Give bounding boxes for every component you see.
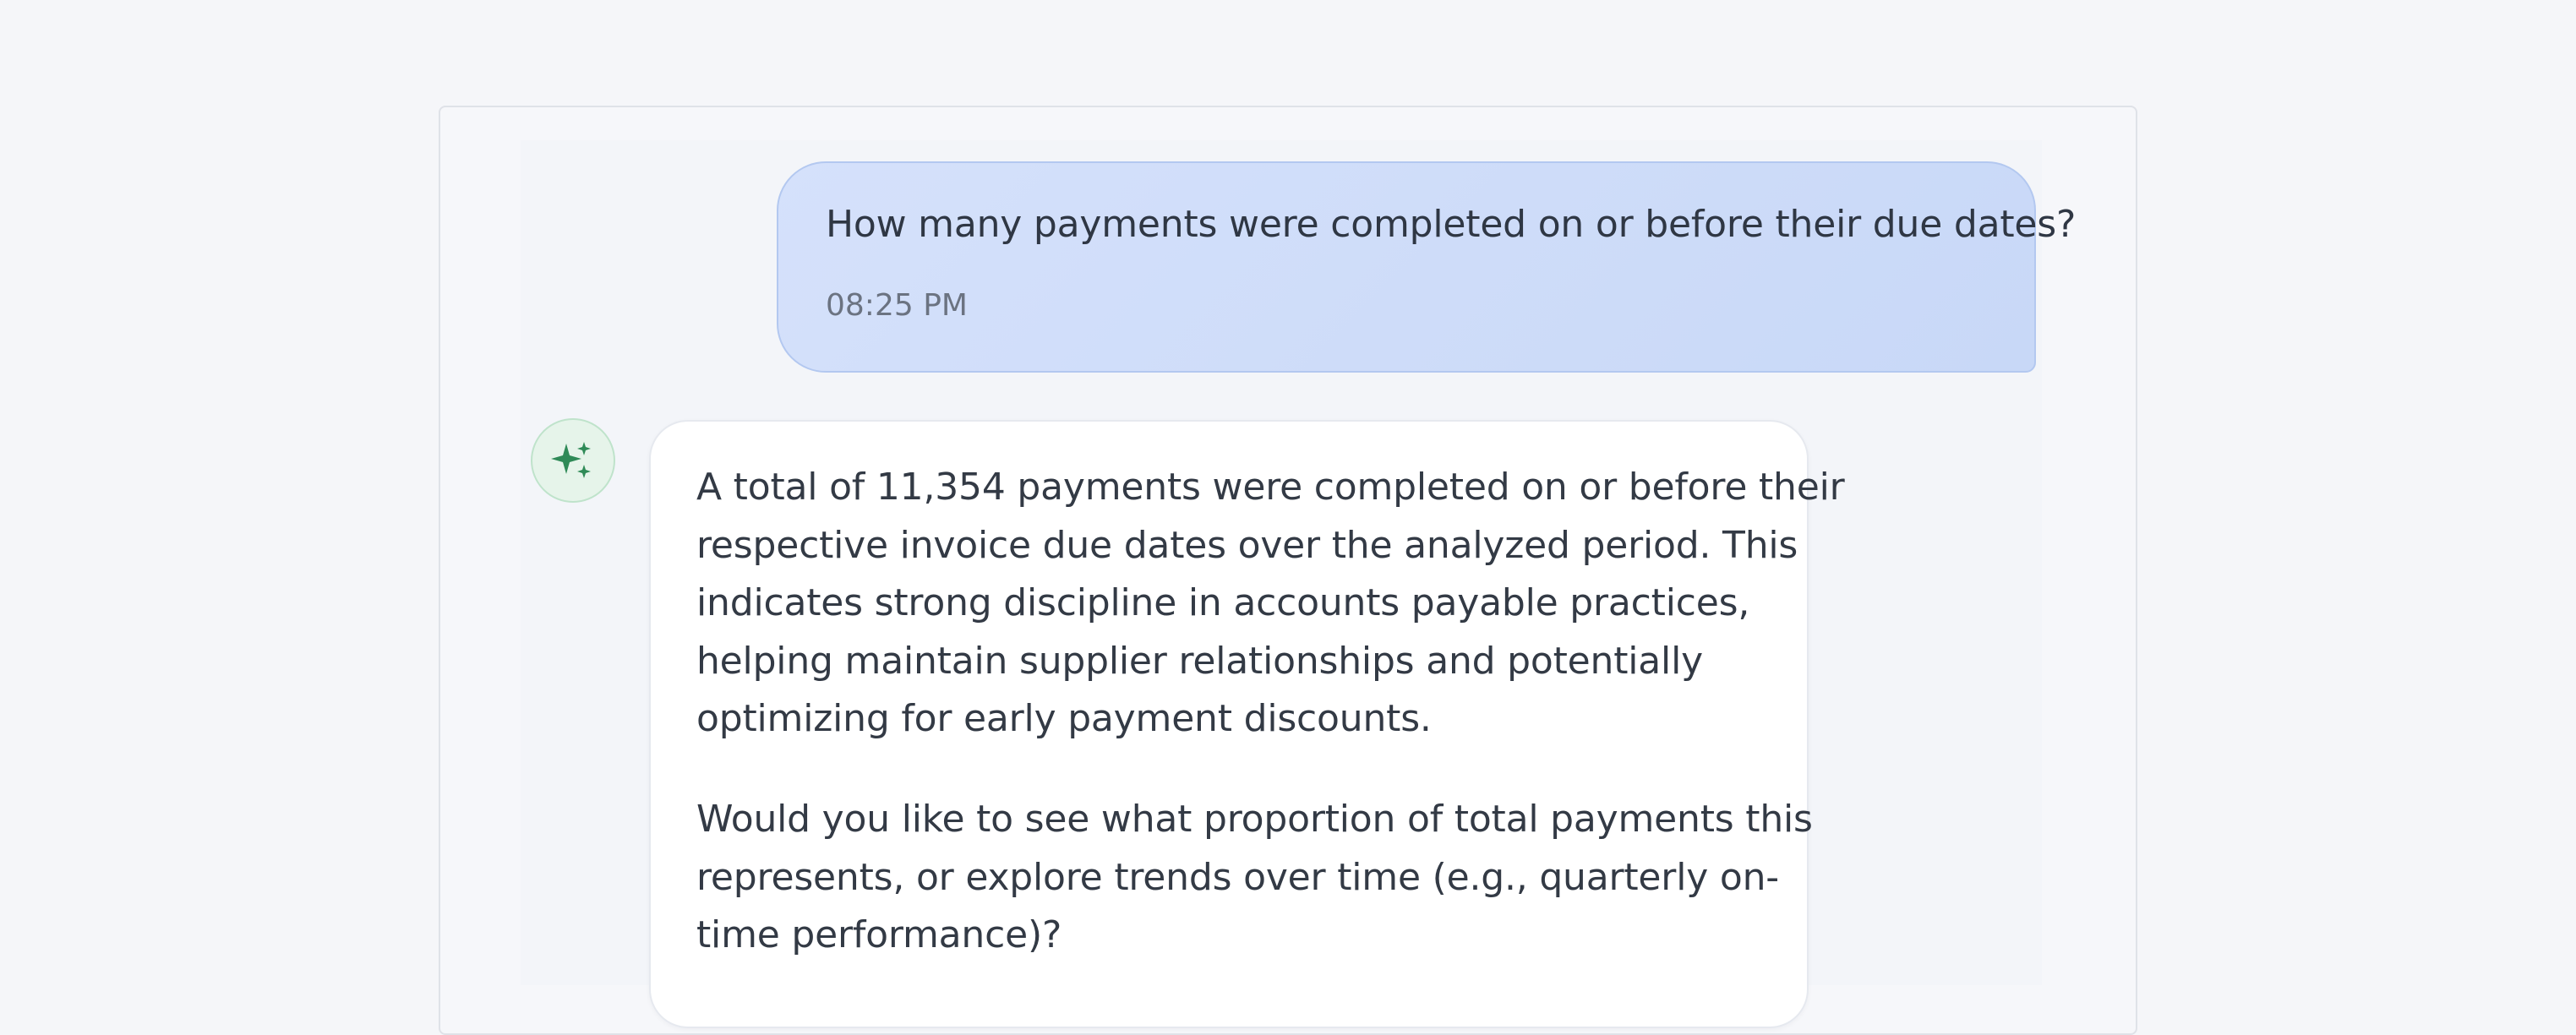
sparkle-icon (551, 442, 591, 478)
assistant-paragraph-1: A total of 11,354 payments were complete… (696, 459, 1845, 749)
assistant-paragraph-2: Would you like to see what proportion of… (696, 791, 1813, 965)
assistant-text-line: respective invoice due dates over the an… (696, 523, 1798, 567)
user-message-text: How many payments were completed on or b… (826, 203, 2077, 246)
assistant-text-line: indicates strong discipline in accounts … (696, 581, 1750, 624)
assistant-text-line: represents, or explore trends over time … (696, 855, 1779, 899)
assistant-text-line: Would you like to see what proportion of… (696, 798, 1813, 841)
message-timestamp: 08:25 PM (826, 288, 968, 323)
assistant-avatar (531, 418, 615, 503)
assistant-text-line: helping maintain supplier relationships … (696, 639, 1703, 683)
user-message-bubble (777, 161, 2036, 373)
assistant-text-line: A total of 11,354 payments were complete… (696, 466, 1845, 509)
assistant-text-line: optimizing for early payment discounts. (696, 697, 1432, 740)
assistant-text-line: time performance)? (696, 913, 1062, 956)
